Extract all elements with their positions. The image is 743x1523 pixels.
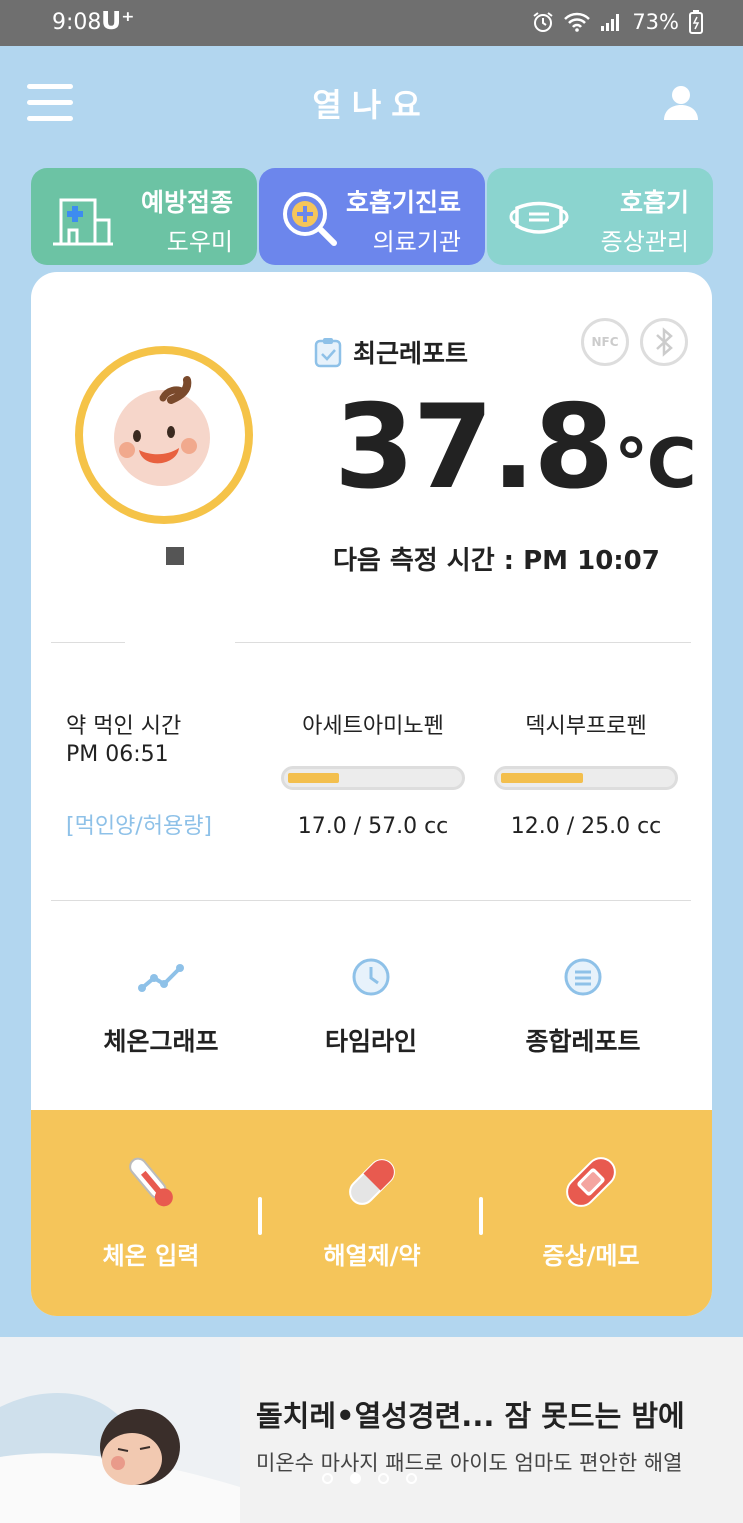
temperature-reading: 37.8℃ xyxy=(334,380,697,515)
banner-subtitle: 미온수 마사지 패드로 아이도 엄마도 편안한 해열 xyxy=(256,1451,683,1475)
action-bar: 체온 입력 해열제/약 증상/메모 xyxy=(31,1110,712,1316)
medicine-name: 아세트아미노펜 xyxy=(302,714,444,739)
tab-respiratory-clinic-title: 호흡기진료 xyxy=(345,188,461,217)
battery-icon xyxy=(689,10,703,34)
pill-icon xyxy=(349,1159,395,1205)
antipyretic-label: 해열제/약 xyxy=(323,1242,421,1270)
separator xyxy=(479,1197,483,1235)
pagination-dot[interactable] xyxy=(322,1473,333,1484)
status-carrier: U⁺ xyxy=(101,6,135,35)
temperature-unit: ℃ xyxy=(614,425,697,504)
pagination-dot[interactable] xyxy=(378,1473,389,1484)
clock-icon xyxy=(352,958,390,996)
summary-report-label: 종합레포트 xyxy=(525,1027,641,1056)
profile-icon[interactable] xyxy=(662,84,700,122)
medicine-amount: 12.0 / 25.0 cc xyxy=(510,814,662,839)
service-tabs: 예방접종 도우미 호흡기진료 의료기관 호흡기 증상관리 xyxy=(31,168,713,265)
bluetooth-icon[interactable] xyxy=(640,318,688,366)
dose-progress-fill xyxy=(501,773,583,783)
hospital-icon xyxy=(53,198,113,246)
timeline-button[interactable]: 타임라인 xyxy=(271,952,471,1058)
status-indicator xyxy=(166,547,184,565)
antipyretic-button[interactable]: 해열제/약 xyxy=(267,1150,477,1271)
tab-respiratory-symptoms-title: 호흡기 xyxy=(619,188,689,217)
medicine-acetaminophen: 아세트아미노펜 17.0 / 57.0 cc xyxy=(278,708,468,839)
list-icon xyxy=(564,958,602,996)
status-bar: 9:08 U⁺ 73% xyxy=(0,0,743,46)
mask-icon xyxy=(509,201,569,234)
timeline-label: 타임라인 xyxy=(324,1027,417,1056)
symptom-memo-label: 증상/메모 xyxy=(542,1242,640,1270)
tab-respiratory-symptoms-subtitle: 증상관리 xyxy=(600,228,689,256)
baby-avatar[interactable] xyxy=(73,344,255,526)
tab-respiratory-clinic[interactable]: 호흡기진료 의료기관 xyxy=(259,168,485,265)
tab-vaccination[interactable]: 예방접종 도우미 xyxy=(31,168,257,265)
symptom-memo-button[interactable]: 증상/메모 xyxy=(486,1150,696,1271)
app-title: 열나요 xyxy=(312,86,431,124)
clipboard-check-icon xyxy=(314,338,342,368)
dose-progress-bar xyxy=(494,766,678,790)
status-icons: 73% xyxy=(532,10,703,34)
dose-progress-fill xyxy=(288,773,339,783)
med-time-value: PM 06:51 xyxy=(66,742,169,767)
medicine-name: 덱시부프로펜 xyxy=(525,714,647,739)
graph-icon xyxy=(138,964,184,992)
dose-progress-bar xyxy=(281,766,465,790)
app-header: 열나요 xyxy=(0,46,743,158)
thermometer-icon xyxy=(129,1157,173,1207)
bandage-icon xyxy=(566,1157,616,1207)
temperature-graph-label: 체온그래프 xyxy=(103,1027,219,1056)
promo-banner[interactable]: 돌치레•열성경련... 잠 못드는 밤에 미온수 마사지 패드로 아이도 엄마도… xyxy=(0,1337,743,1523)
temperature-input-button[interactable]: 체온 입력 xyxy=(46,1150,256,1271)
medicine-dexibuprofen: 덱시부프로펜 12.0 / 25.0 cc xyxy=(491,708,681,839)
next-measure-time: 다음 측정 시간 : PM 10:07 xyxy=(333,546,660,576)
recent-report-label[interactable]: 최근레포트 xyxy=(313,334,468,370)
dose-info-link[interactable]: [먹인양/허용량] xyxy=(66,808,212,840)
wifi-icon xyxy=(564,12,591,32)
battery-percent: 73% xyxy=(632,10,679,34)
med-time-label: 약 먹인 시간 xyxy=(66,714,182,739)
recent-report-text: 최근레포트 xyxy=(353,339,469,368)
divider xyxy=(51,900,691,901)
status-time: 9:08 xyxy=(52,10,102,35)
medicine-amount: 17.0 / 57.0 cc xyxy=(297,814,449,839)
search-plus-icon xyxy=(283,192,337,246)
tab-respiratory-symptoms[interactable]: 호흡기 증상관리 xyxy=(487,168,713,265)
alarm-icon xyxy=(533,12,553,32)
pagination-dot[interactable] xyxy=(406,1473,417,1484)
signal-icon xyxy=(601,14,620,31)
tab-vaccination-title: 예방접종 xyxy=(140,188,233,217)
temperature-value: 37.8 xyxy=(334,380,614,515)
banner-title: 돌치레•열성경련... 잠 못드는 밤에 xyxy=(256,1399,685,1433)
temperature-input-label: 체온 입력 xyxy=(102,1242,200,1270)
divider xyxy=(235,642,691,643)
sleeping-child-image xyxy=(0,1337,240,1523)
nfc-icon[interactable]: NFC xyxy=(581,318,629,366)
temperature-graph-button[interactable]: 체온그래프 xyxy=(61,952,261,1058)
banner-pagination xyxy=(322,1473,417,1484)
summary-report-button[interactable]: 종합레포트 xyxy=(483,952,683,1058)
tab-vaccination-subtitle: 도우미 xyxy=(166,228,233,256)
tab-respiratory-clinic-subtitle: 의료기관 xyxy=(372,228,461,256)
main-card: 최근레포트 NFC 37.8℃ 다음 측정 시간 : PM 10:07 약 먹인… xyxy=(31,272,712,1316)
separator xyxy=(258,1197,262,1235)
pagination-dot[interactable] xyxy=(350,1473,361,1484)
divider xyxy=(51,642,125,643)
